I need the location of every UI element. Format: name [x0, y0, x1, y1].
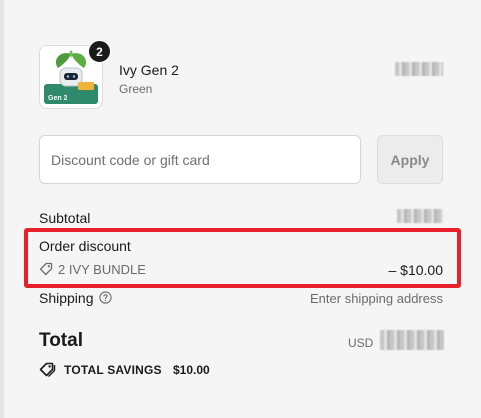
- help-icon[interactable]: [99, 291, 112, 304]
- total-savings-value: $10.00: [173, 363, 210, 377]
- total-label: Total: [39, 330, 83, 351]
- subtotal-value-obscured: [397, 209, 443, 223]
- apply-button[interactable]: Apply: [377, 135, 443, 184]
- shipping-label: Shipping: [39, 290, 94, 306]
- currency-code: USD: [348, 336, 374, 350]
- subtotal-label: Subtotal: [39, 210, 91, 226]
- tag-icon: [39, 262, 53, 276]
- total-value-obscured: [380, 330, 444, 350]
- cart-item-row: Gen 2 2 Ivy Gen 2 Green: [39, 40, 443, 111]
- order-discount-label: Order discount: [39, 238, 131, 254]
- savings-tag-icon: [39, 362, 56, 377]
- discount-amount: – $10.00: [388, 262, 444, 278]
- shipping-value: Enter shipping address: [310, 291, 443, 306]
- product-name: Ivy Gen 2: [119, 62, 179, 78]
- discount-code-input[interactable]: Discount code or gift card: [39, 135, 361, 184]
- svg-text:Gen 2: Gen 2: [48, 95, 68, 102]
- order-discount-highlight: [24, 228, 461, 288]
- quantity-badge: 2: [88, 40, 111, 63]
- product-price-obscured: [395, 62, 443, 76]
- total-savings-label: TOTAL SAVINGS: [64, 363, 162, 377]
- window-edge: [0, 0, 4, 418]
- discount-code-applied: 2 IVY BUNDLE: [58, 262, 146, 277]
- product-variant: Green: [119, 82, 153, 96]
